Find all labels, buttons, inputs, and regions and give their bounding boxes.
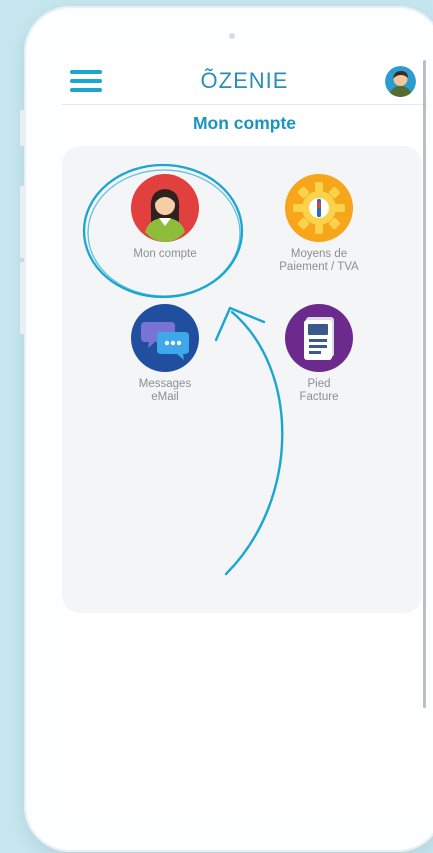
pointer-arrowhead	[214, 306, 266, 342]
stage: ÕZENIE Mon compte Mon compte Moyens de P…	[0, 0, 433, 853]
pointer-arrow	[224, 310, 284, 576]
highlight-circle-stroke	[87, 169, 241, 297]
annotation-overlay	[82, 163, 284, 576]
